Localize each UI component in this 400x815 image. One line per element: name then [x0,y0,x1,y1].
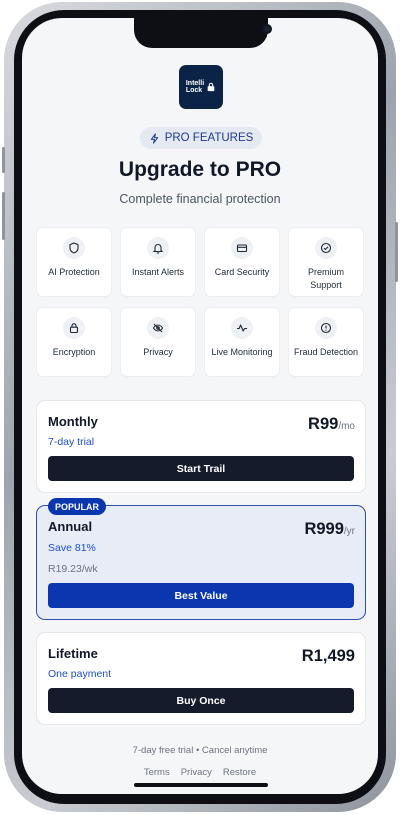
feature-label: Instant Alerts [131,267,185,277]
logo-text-line2: Lock [185,87,203,94]
app-screen: Intelli Lock PRO FEATURES Upgrade to PRO… [22,18,378,794]
plan-card-monthly[interactable]: Monthly 7-day trial R99/mo Start Trail [36,400,366,493]
price-amount: R999 [304,520,344,538]
plan-note: One payment [48,668,112,680]
plan-price: R99/mo [308,415,355,434]
terms-link[interactable]: Terms [144,767,170,778]
feature-card-instant-alerts: Instant Alerts [120,227,196,297]
feature-card-premium-support: Premium Support [288,227,364,297]
plan-name: Lifetime [48,646,98,661]
page-title: Upgrade to PRO [118,158,282,181]
shield-icon [63,237,85,259]
restore-link[interactable]: Restore [223,767,256,778]
feature-label: Card Security [214,267,270,277]
feature-grid: AI Protection Instant Alerts Card Securi… [36,227,366,377]
side-button [2,192,5,240]
app-logo: Intelli Lock [179,65,223,109]
feature-label: Premium Support [307,267,344,290]
feature-card-card-security: Card Security [204,227,280,297]
start-trial-button[interactable]: Start Trail [48,456,354,481]
check-circle-icon [315,237,337,259]
lock-icon [63,317,85,339]
plan-price: R1,499 [302,647,355,666]
feature-card-encryption: Encryption [36,307,112,377]
page-subtitle: Complete financial protection [119,192,281,206]
lightning-icon [150,132,158,144]
camera-icon [262,24,272,34]
lock-icon [207,82,215,92]
plan-name: Annual [48,519,93,534]
activity-icon [231,317,253,339]
footer-note: 7-day free trial • Cancel anytime [132,745,268,756]
credit-card-icon [231,237,253,259]
alert-circle-icon [315,317,337,339]
feature-card-privacy: Privacy [120,307,196,377]
feature-label: Privacy [143,347,173,357]
plan-price: R999/yr [304,520,355,539]
logo-text-line1: Intelli [185,80,205,87]
best-value-button[interactable]: Best Value [48,583,354,608]
notch [134,18,272,48]
side-button [2,147,5,173]
feature-card-ai-protection: AI Protection [36,227,112,297]
feature-card-live-monitoring: Live Monitoring [204,307,280,377]
price-amount: R1,499 [301,647,355,665]
plan-card-annual[interactable]: POPULAR Annual Save 81% R19.23/wk R999/y… [36,498,366,620]
feature-label: AI Protection [48,267,100,277]
eye-off-icon [147,317,169,339]
buy-once-button[interactable]: Buy Once [48,688,354,713]
badge-label: PRO FEATURES [164,132,254,144]
plan-card-lifetime[interactable]: Lifetime One payment R1,499 Buy Once [36,632,366,725]
plan-trial: 7-day trial [48,436,95,448]
feature-card-fraud-detection: Fraud Detection [288,307,364,377]
feature-label: Live Monitoring [211,347,273,357]
pro-features-badge: PRO FEATURES [140,127,262,149]
plan-weekly-price: R19.23/wk [48,563,98,575]
side-button [395,222,398,282]
plan-name: Monthly [48,414,98,429]
price-unit: /yr [343,526,355,537]
feature-label: Encryption [52,347,96,357]
footer-links: Terms Privacy Restore [22,767,378,778]
price-unit: /mo [338,421,355,432]
feature-label: Fraud Detection [293,347,359,357]
price-amount: R99 [308,415,339,433]
plan-savings: Save 81% [48,542,96,554]
popular-badge: POPULAR [48,498,107,515]
privacy-link[interactable]: Privacy [181,767,212,778]
bell-icon [147,237,169,259]
home-indicator [134,783,268,787]
